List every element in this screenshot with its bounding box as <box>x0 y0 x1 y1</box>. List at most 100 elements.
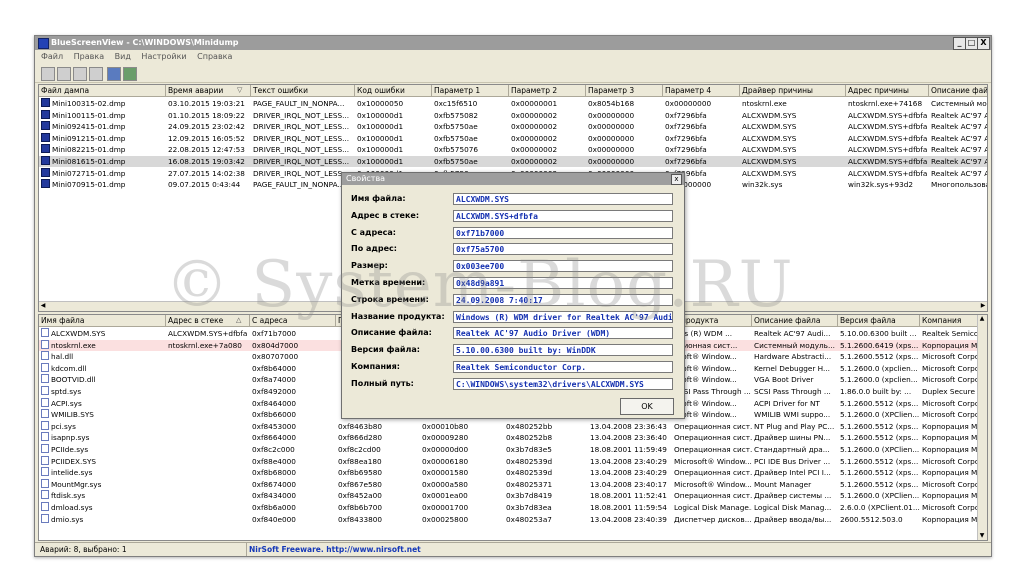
table-cell: 0x480252bb <box>506 421 553 431</box>
field-value[interactable]: ALCXWDM.SYS <box>453 193 673 205</box>
driver-row[interactable]: PCIIde.sys 0xf8c2c000 0xf8c2cd00 0x00000d00… <box>39 444 987 455</box>
table-cell: 0x00000000 <box>588 133 635 143</box>
find-icon[interactable] <box>107 67 121 81</box>
table-cell: 0xfb575076 <box>434 145 479 155</box>
drivers-column-header[interactable]: С адреса <box>250 315 336 326</box>
driver-file-icon <box>41 409 49 419</box>
nirsoft-link[interactable]: NirSoft Freeware. http://www.nirsoft.net <box>249 543 421 556</box>
drivers-column-header[interactable]: Версия файла <box>838 315 920 326</box>
dumps-column-header[interactable]: Файл дампа <box>39 85 166 96</box>
drivers-column-header[interactable]: Имя файла <box>39 315 166 326</box>
table-cell: 0xf8c2c000 <box>252 445 295 454</box>
table-cell: 0xf8434000 <box>252 491 297 501</box>
dialog-title-bar[interactable]: Свойства x <box>342 173 684 185</box>
table-cell: 0xf7296bfa <box>665 145 707 155</box>
scroll-right-icon[interactable]: ▶ <box>979 302 987 310</box>
copy-multiple-icon[interactable] <box>89 67 103 81</box>
dump-row[interactable]: Mini092415-01.dmp 24.09.2015 23:02:42 DRIV… <box>39 121 988 132</box>
field-value[interactable]: 0x48d9a891 <box>453 277 673 289</box>
dump-row[interactable]: Mini082215-01.dmp 22.08.2015 12:47:53 DRIV… <box>39 144 987 155</box>
dialog-close-icon[interactable]: x <box>671 174 682 185</box>
copy-icon[interactable] <box>73 67 87 81</box>
ok-button[interactable]: OK <box>620 398 674 415</box>
table-cell: PAGE_FAULT_IN_NONPA... <box>253 180 345 190</box>
table-cell: 13.04.2008 23:36:40 <box>590 433 667 443</box>
dumps-column-header[interactable]: Параметр 2 <box>509 85 586 96</box>
driver-row[interactable]: MountMgr.sys 0xf8674000 0xf867e580 0x0000a5… <box>39 478 987 490</box>
table-cell: DRIVER_IRQL_NOT_LESS... <box>253 133 350 143</box>
table-cell <box>166 421 250 432</box>
menu-help[interactable]: Справка <box>197 52 232 61</box>
file-name: ACPI.sys <box>51 398 82 408</box>
table-cell: 0x48025371 <box>506 479 553 489</box>
field-value[interactable]: ALCXWDM.SYS+dfbfa <box>453 209 673 222</box>
table-cell: 18.08.2001 11:59:49 <box>590 445 667 454</box>
table-cell: 0x00000002 <box>511 122 558 132</box>
menu-edit[interactable]: Правка <box>74 52 104 61</box>
driver-file-icon <box>41 432 49 442</box>
driver-file-icon <box>41 478 49 488</box>
table-cell <box>166 456 250 467</box>
field-value[interactable]: 0x003ee700 <box>453 260 673 273</box>
dumps-column-header[interactable]: Текст ошибки <box>251 85 355 96</box>
dump-row[interactable]: Mini091215-01.dmp 12.09.2015 16:05:52 DRIV… <box>39 132 987 144</box>
driver-row[interactable]: ftdisk.sys 0xf8434000 0xf8452a00 0x0001ea00… <box>39 490 987 501</box>
field-value[interactable]: Realtek Semiconductor Corp. <box>453 361 673 373</box>
field-value[interactable]: Realtek AC'97 Audio Driver (WDM) <box>453 327 673 340</box>
app-icon <box>38 38 49 49</box>
table-cell: 0x0000a580 <box>422 479 468 489</box>
table-cell: 5.1.2600.5512 (xps... <box>840 456 919 466</box>
exit-icon[interactable] <box>123 67 137 81</box>
driver-row[interactable]: pci.sys 0xf8453000 0xf8463b80 0x00010b80 0x4… <box>39 420 987 432</box>
dumps-column-header[interactable]: Код ошибки <box>355 85 432 96</box>
scroll-left-icon[interactable]: ◀ <box>39 302 47 310</box>
table-cell: 0x00000000 <box>588 145 635 155</box>
driver-row[interactable]: isapnp.sys 0xf8664000 0xf866d280 0x00009280… <box>39 432 987 443</box>
driver-row[interactable]: PCIIDEX.SYS 0xf88e4000 0xf88ea180 0x0000618… <box>39 455 987 467</box>
drivers-column-header[interactable]: Описание файла <box>752 315 838 326</box>
menu-file[interactable]: Файл <box>41 52 63 61</box>
close-button[interactable]: X <box>977 37 990 50</box>
table-cell <box>166 351 250 362</box>
dumps-column-header[interactable]: Параметр 4 <box>663 85 740 96</box>
dump-row[interactable]: Mini100115-01.dmp 01.10.2015 18:09:22 DRIV… <box>39 109 987 121</box>
save-all-icon[interactable] <box>57 67 71 81</box>
field-value[interactable]: 5.10.00.6300 built by: WinDDK <box>453 344 673 357</box>
field-value[interactable]: Windows (R) WDM driver for Realtek AC'97… <box>453 310 673 323</box>
table-cell: DRIVER_IRQL_NOT_LESS... <box>253 110 350 120</box>
driver-row[interactable]: dmload.sys 0xf8b6a000 0xf8b6b700 0x00001700… <box>39 502 987 513</box>
table-cell: 5.10.00.6300 built ... <box>840 329 917 338</box>
field-value[interactable]: C:\WINDOWS\system32\drivers\ALCXWDM.SYS <box>453 377 673 390</box>
table-cell: Операционная сист... <box>674 433 752 443</box>
dump-row[interactable]: Mini100315-02.dmp 03.10.2015 19:03:21 PAGE… <box>39 98 987 109</box>
file-name: dmio.sys <box>51 514 84 524</box>
table-cell: 0x10000050 <box>357 99 404 108</box>
dumps-column-header[interactable]: Описание файла <box>929 85 987 96</box>
table-cell: Realtek AC'97 Au <box>931 122 988 132</box>
menu-options[interactable]: Настройки <box>141 52 186 61</box>
table-cell: PAGE_FAULT_IN_NONPA... <box>253 99 345 108</box>
title-bar[interactable]: BlueScreenView - C:\WINDOWS\Minidump _ □… <box>35 36 991 50</box>
table-cell: ALCXWDM.SYS <box>742 145 797 155</box>
driver-row[interactable]: intelide.sys 0xf8b68000 0xf8b69580 0x000015… <box>39 467 987 478</box>
table-cell: Драйвер шины PN... <box>754 433 831 443</box>
dumps-column-header[interactable]: Параметр 1 <box>432 85 509 96</box>
driver-row[interactable]: dmio.sys 0xf840e000 0xf8433800 0x00025800 0x… <box>39 513 987 525</box>
table-cell: 0xf8b6a000 <box>252 503 296 512</box>
field-value[interactable]: 0xf75a5700 <box>453 243 673 256</box>
field-value[interactable]: 24.09.2008 7:40:17 <box>453 293 673 306</box>
scroll-down-icon[interactable]: ▼ <box>978 532 986 540</box>
drivers-vertical-scrollbar[interactable]: ▲ ▼ <box>977 315 987 540</box>
dumps-column-header[interactable]: Адрес причины <box>846 85 929 96</box>
menu-view[interactable]: Вид <box>115 52 131 61</box>
dump-row[interactable]: Mini081615-01.dmp 16.08.2015 19:03:42 DRIV… <box>39 156 987 167</box>
scroll-up-icon[interactable]: ▲ <box>978 315 986 323</box>
field-value[interactable]: 0xf71b7000 <box>453 226 673 239</box>
table-cell: 0x0001ea00 <box>422 491 468 501</box>
table-cell <box>166 490 250 501</box>
table-cell: 0xf8453000 <box>252 421 297 431</box>
table-cell: 09.07.2015 0:43:44 <box>168 180 241 190</box>
dumps-column-header[interactable]: Параметр 3 <box>586 85 663 96</box>
dumps-column-header[interactable]: Драйвер причины <box>740 85 846 96</box>
save-icon[interactable] <box>41 67 55 81</box>
